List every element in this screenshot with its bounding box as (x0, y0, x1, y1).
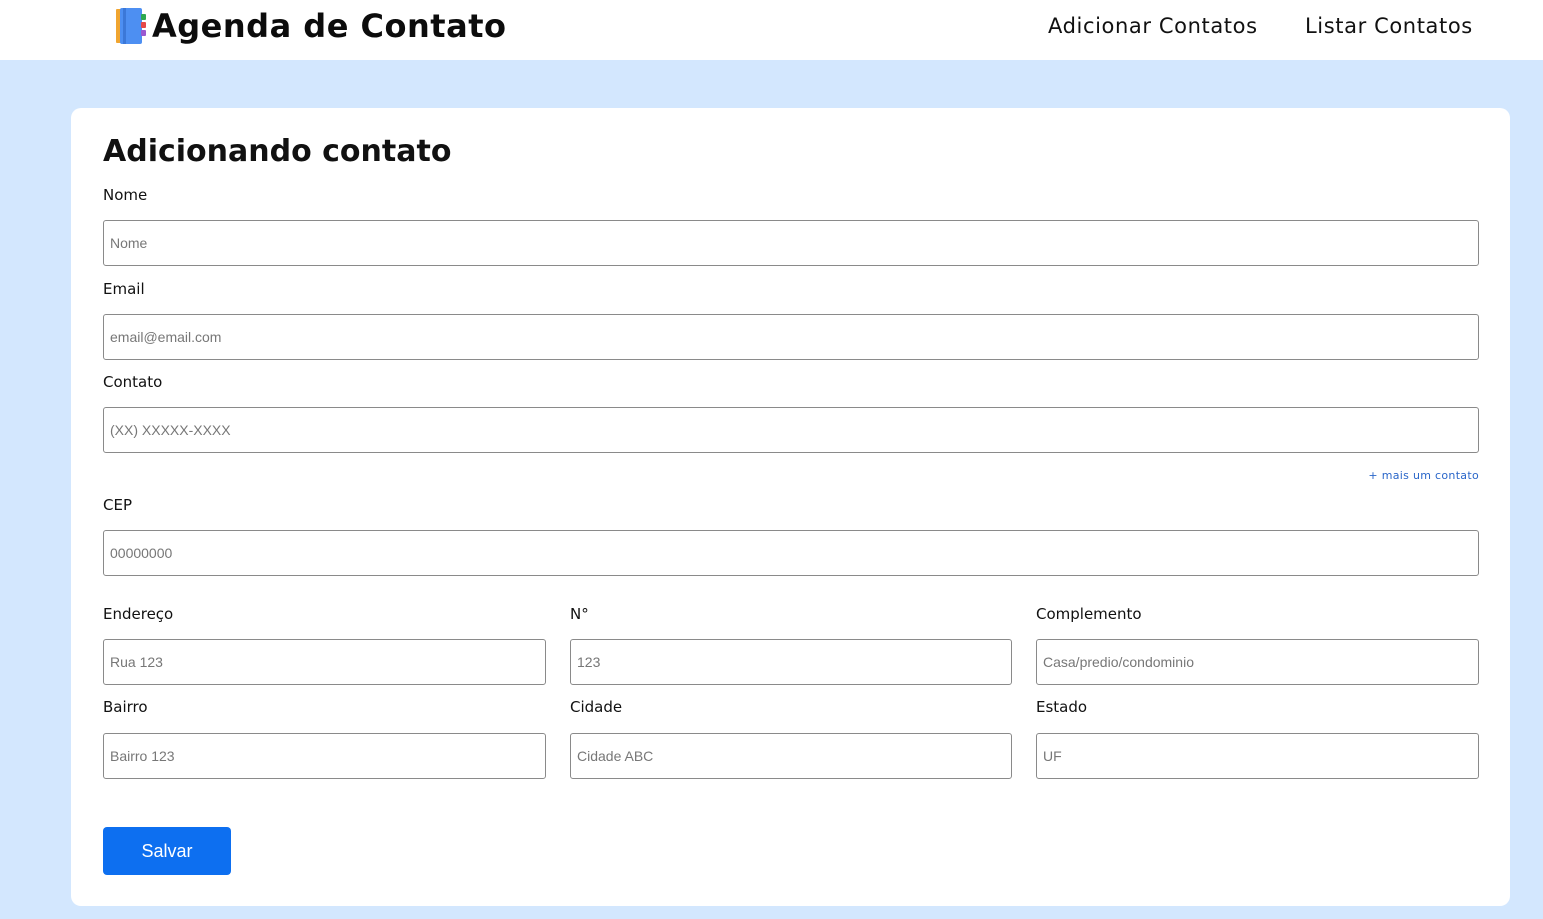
state-input[interactable] (1036, 733, 1479, 779)
nav-list-contacts[interactable]: Listar Contatos (1305, 14, 1473, 38)
email-label: Email (103, 280, 145, 298)
email-input[interactable] (103, 314, 1479, 360)
app-title: Agenda de Contato (152, 7, 507, 45)
cep-label: CEP (103, 496, 132, 514)
address-book-icon (116, 8, 146, 44)
city-input[interactable] (570, 733, 1012, 779)
district-input[interactable] (103, 733, 546, 779)
state-label: Estado (1036, 698, 1088, 716)
nav-add-contacts[interactable]: Adicionar Contatos (1048, 14, 1258, 38)
name-label: Nome (103, 186, 148, 204)
address-label: Endereço (103, 605, 174, 623)
complement-label: Complemento (1036, 605, 1142, 623)
contact-label: Contato (103, 373, 163, 391)
top-navbar: Agenda de Contato Adicionar Contatos Lis… (0, 0, 1543, 60)
address-input[interactable] (103, 639, 546, 685)
city-label: Cidade (570, 698, 623, 716)
complement-input[interactable] (1036, 639, 1479, 685)
cep-input[interactable] (103, 530, 1479, 576)
number-label: N° (570, 605, 589, 623)
brand[interactable]: Agenda de Contato (114, 4, 506, 48)
name-input[interactable] (103, 220, 1479, 266)
district-label: Bairro (103, 698, 148, 716)
save-button[interactable]: Salvar (103, 827, 231, 875)
add-another-contact-link[interactable]: + mais um contato (1368, 469, 1479, 482)
number-input[interactable] (570, 639, 1012, 685)
add-contact-card: Adicionando contato Nome Email Contato +… (71, 108, 1510, 906)
contact-input[interactable] (103, 407, 1479, 453)
page-title: Adicionando contato (103, 134, 452, 169)
